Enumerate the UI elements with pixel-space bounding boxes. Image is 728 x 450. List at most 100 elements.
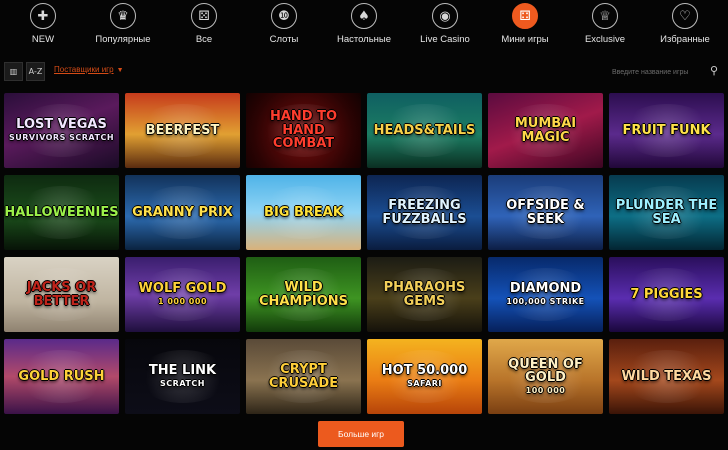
game-title: Gold Rush bbox=[14, 368, 108, 384]
game-title-text: Big Break bbox=[264, 204, 343, 220]
game-tile[interactable]: Big Break bbox=[246, 175, 361, 250]
game-title-text: Lost Vegas bbox=[16, 117, 107, 133]
game-title: Crypt Crusade bbox=[246, 363, 361, 390]
game-title-text: Beerfest bbox=[145, 122, 220, 138]
nav-category-icon: ⚃ bbox=[512, 3, 538, 29]
game-tile[interactable]: Hand to Hand Combat bbox=[246, 93, 361, 168]
game-title: Heads&Tails bbox=[370, 123, 480, 138]
nav-item-label: NEW bbox=[31, 34, 55, 45]
nav-item-label: Слоты bbox=[269, 34, 299, 45]
az-sort-button[interactable]: A-Z bbox=[26, 62, 45, 81]
game-title-text: Halloweenies bbox=[4, 204, 119, 220]
game-tile[interactable]: Wild Champions bbox=[246, 257, 361, 332]
game-subtitle: 100,000 Strike bbox=[506, 297, 585, 307]
game-tile[interactable]: Diamond 100,000 Strike bbox=[488, 257, 603, 332]
nav-item-label: Популярные bbox=[95, 34, 151, 45]
nav-category-icon: ♕ bbox=[592, 3, 618, 29]
game-tile[interactable]: Crypt Crusade bbox=[246, 339, 361, 414]
game-title-text: Mumbai Magic bbox=[514, 115, 577, 145]
game-tile[interactable]: 7 Piggies bbox=[609, 257, 724, 332]
game-title: The Link Scratch bbox=[145, 364, 220, 388]
game-subtitle: Safari bbox=[407, 379, 442, 389]
nav-item-0[interactable]: ✚ NEW bbox=[3, 3, 83, 49]
game-title: Lost Vegas Survivors Scratch bbox=[5, 118, 118, 142]
game-title-text: Hot 50.000 bbox=[381, 363, 468, 379]
game-title: Hot 50.000 Safari bbox=[378, 364, 472, 388]
game-title: Big Break bbox=[260, 204, 347, 220]
nav-category-icon: ◉ bbox=[432, 3, 458, 29]
game-tile[interactable]: Lost Vegas Survivors Scratch bbox=[4, 93, 119, 168]
game-title-text: Hand to Hand Combat bbox=[269, 109, 338, 152]
game-title: Wild Champions bbox=[246, 281, 361, 308]
nav-item-5[interactable]: ◉ Live Casino bbox=[405, 3, 485, 49]
game-subtitle: Survivors Scratch bbox=[8, 133, 115, 143]
providers-dropdown[interactable]: Поставщики игр ▼ bbox=[54, 65, 124, 74]
nav-item-8[interactable]: ♡ Избранные bbox=[645, 3, 725, 49]
providers-dropdown-label: Поставщики игр bbox=[54, 65, 114, 74]
nav-item-7[interactable]: ♕ Exclusive bbox=[565, 3, 645, 49]
games-grid: Lost Vegas Survivors Scratch Beerfest Hand … bbox=[4, 93, 726, 415]
game-tile[interactable]: Plunder the Sea bbox=[609, 175, 724, 250]
game-title-text: Wolf Gold bbox=[138, 281, 227, 297]
nav-item-6[interactable]: ⚃ Мини игры bbox=[485, 3, 565, 49]
game-tile[interactable]: Hot 50.000 Safari bbox=[367, 339, 482, 414]
game-title-text: Pharaohs Gems bbox=[383, 279, 466, 309]
nav-category-icon: ✚ bbox=[30, 3, 56, 29]
game-tile[interactable]: Offside & Seek bbox=[488, 175, 603, 250]
game-title-text: Queen of Gold bbox=[508, 356, 583, 386]
game-tile[interactable]: Heads&Tails bbox=[367, 93, 482, 168]
search-icon[interactable]: ⚲ bbox=[710, 64, 724, 78]
game-title: Jacks or Better bbox=[4, 281, 119, 308]
nav-item-label: Exclusive bbox=[584, 34, 626, 45]
more-games-button[interactable]: Больше игр bbox=[318, 421, 404, 447]
chevron-down-icon: ▼ bbox=[116, 67, 124, 74]
game-subtitle: 1 000 000 bbox=[157, 297, 208, 307]
game-title-text: Gold Rush bbox=[18, 368, 105, 384]
game-title: Wild Texas bbox=[618, 369, 716, 384]
game-tile[interactable]: Pharaohs Gems bbox=[367, 257, 482, 332]
game-tile[interactable]: Gold Rush bbox=[4, 339, 119, 414]
game-title: Hand to Hand Combat bbox=[246, 110, 361, 151]
game-subtitle: 100 000 bbox=[525, 385, 566, 395]
game-tile[interactable]: Mumbai Magic bbox=[488, 93, 603, 168]
game-title-text: Jacks or Better bbox=[26, 279, 97, 309]
game-tile[interactable]: Beerfest bbox=[125, 93, 240, 168]
game-tile[interactable]: Queen of Gold 100 000 bbox=[488, 339, 603, 414]
game-tile[interactable]: Wolf Gold 1 000 000 bbox=[125, 257, 240, 332]
nav-category-icon: ⚄ bbox=[191, 3, 217, 29]
search-box: ⚲ bbox=[612, 63, 724, 81]
nav-item-4[interactable]: ♠ Настольные bbox=[324, 3, 404, 49]
game-title: Beerfest bbox=[142, 122, 224, 138]
nav-item-1[interactable]: ♛ Популярные bbox=[83, 3, 163, 49]
game-title: 7 Piggies bbox=[626, 287, 706, 302]
game-title-text: The Link bbox=[148, 363, 217, 379]
game-title: Pharaohs Gems bbox=[367, 281, 482, 308]
game-title: Granny Prix bbox=[128, 205, 237, 220]
nav-category-icon: ♡ bbox=[672, 3, 698, 29]
game-title: Offside & Seek bbox=[488, 199, 603, 226]
nav-item-2[interactable]: ⚄ Все bbox=[164, 3, 244, 49]
game-tile[interactable]: Jacks or Better bbox=[4, 257, 119, 332]
game-tile[interactable]: Fruit Funk bbox=[609, 93, 724, 168]
game-title: Plunder the Sea bbox=[609, 199, 724, 226]
game-title-text: Freezing Fuzzballs bbox=[382, 197, 467, 227]
game-title: Diamond 100,000 Strike bbox=[502, 282, 588, 306]
game-title-text: Offside & Seek bbox=[506, 197, 585, 227]
nav-item-3[interactable]: ❿ Слоты bbox=[244, 3, 324, 49]
nav-category-icon: ♛ bbox=[110, 3, 136, 29]
game-title: Queen of Gold 100 000 bbox=[488, 356, 603, 396]
game-tile[interactable]: Wild Texas bbox=[609, 339, 724, 414]
game-tile[interactable]: Halloweenies bbox=[4, 175, 119, 250]
nav-category-icon: ❿ bbox=[271, 3, 297, 29]
game-title: Halloweenies bbox=[4, 204, 119, 220]
search-input[interactable] bbox=[612, 63, 708, 81]
game-tile[interactable]: The Link Scratch bbox=[125, 339, 240, 414]
game-tile[interactable]: Freezing Fuzzballs bbox=[367, 175, 482, 250]
nav-item-label: Избранные bbox=[660, 34, 710, 45]
game-title-text: Crypt Crusade bbox=[268, 361, 339, 391]
nav-item-label: Live Casino bbox=[420, 34, 470, 45]
nav-item-label: Мини игры bbox=[501, 34, 549, 45]
grid-view-icon[interactable]: ▥ bbox=[4, 62, 23, 81]
nav-item-label: Настольные bbox=[336, 34, 392, 45]
game-tile[interactable]: Granny Prix bbox=[125, 175, 240, 250]
